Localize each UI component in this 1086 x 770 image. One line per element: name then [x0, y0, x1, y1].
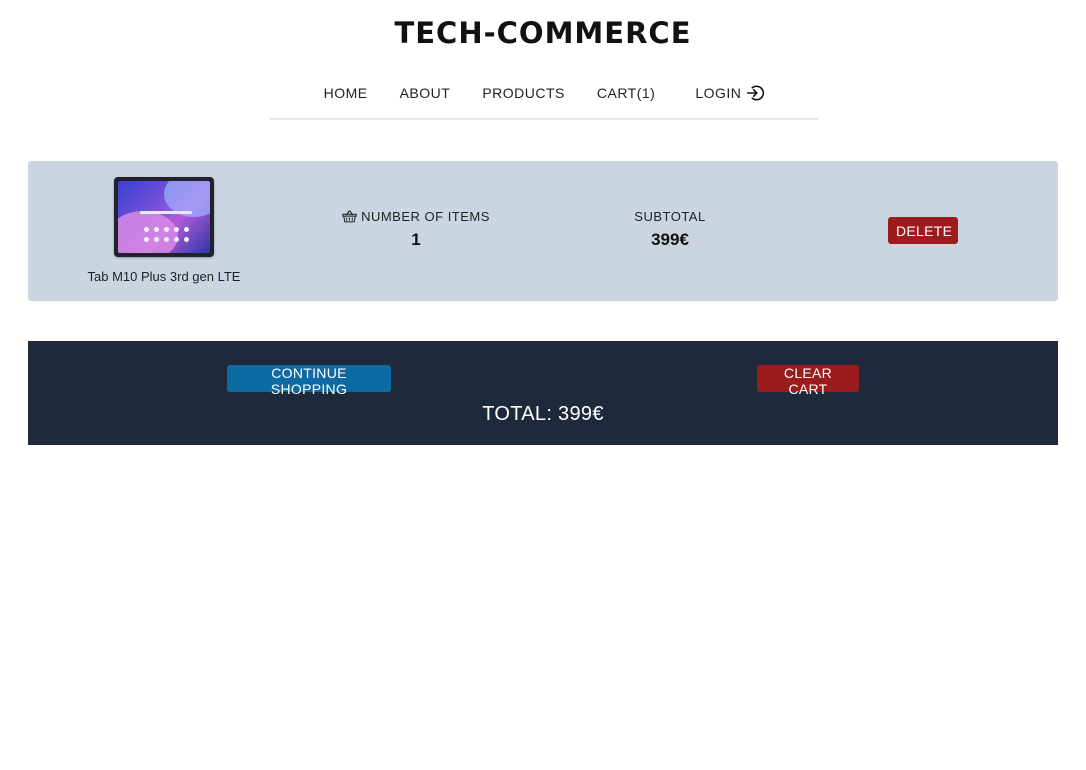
- nav-about[interactable]: ABOUT: [400, 82, 451, 104]
- nav-login-label: LOGIN: [695, 85, 742, 101]
- nav-login[interactable]: LOGIN: [695, 82, 765, 104]
- subtotal-value: 399€: [651, 230, 689, 249]
- quantity-value: 1: [411, 230, 421, 249]
- cart-total: TOTAL: 399€: [482, 403, 604, 425]
- subtotal-label: SUBTOTAL: [634, 209, 706, 224]
- main-nav: HOME ABOUT PRODUCTS CART(1) LOGIN: [270, 82, 818, 120]
- basket-icon: [342, 210, 357, 223]
- cart-item-row: Tab M10 Plus 3rd gen LTE NUMBER OF ITEMS…: [28, 161, 1058, 301]
- login-arrow-icon: [747, 85, 765, 101]
- tablet-product-image[interactable]: [114, 177, 214, 257]
- nav-home[interactable]: HOME: [324, 82, 368, 104]
- product-block: Tab M10 Plus 3rd gen LTE: [74, 177, 254, 284]
- nav-products[interactable]: PRODUCTS: [482, 82, 565, 104]
- delete-button[interactable]: DELETE: [888, 217, 958, 244]
- nav-cart[interactable]: CART(1): [597, 82, 655, 104]
- product-name: Tab M10 Plus 3rd gen LTE: [87, 269, 241, 284]
- clear-cart-button[interactable]: CLEAR CART: [757, 365, 859, 397]
- quantity-block: NUMBER OF ITEMS 1: [340, 209, 492, 250]
- continue-shopping-button[interactable]: CONTINUE SHOPPING: [227, 365, 391, 397]
- subtotal-block: SUBTOTAL 399€: [600, 209, 740, 250]
- cart-footer: CONTINUE SHOPPING CLEAR CART TOTAL: 399€: [28, 341, 1058, 445]
- site-title: TECH-COMMERCE: [394, 16, 692, 50]
- quantity-label: NUMBER OF ITEMS: [361, 209, 490, 224]
